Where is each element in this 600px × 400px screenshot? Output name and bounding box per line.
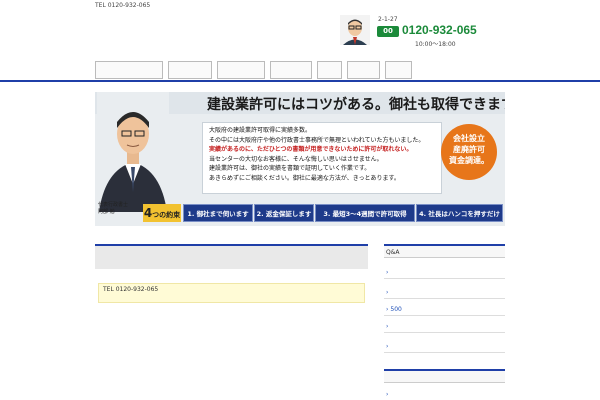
banner-line: 当センターの大切なお客様に、そんな悔しい思いはさせません。 (209, 155, 383, 163)
nav-item[interactable] (270, 61, 312, 79)
banner-line: 大阪府の建設業許可取得に実績多数。 (209, 127, 312, 134)
callout-tel[interactable]: TEL 0120-932-065 (103, 286, 158, 293)
nav-item[interactable] (317, 61, 342, 79)
nav-item[interactable] (95, 61, 163, 79)
contact-callout: TEL 0120-932-065 (98, 283, 365, 303)
representative-name-caption: 代表行政書士 阿部 勉 (98, 202, 129, 215)
header-phone-number[interactable]: 0120-932-065 (402, 23, 477, 37)
banner-line: あきらめずにご相談ください。御社に最適な方法が、きっとあります。 (209, 174, 400, 182)
main-nav (95, 61, 417, 79)
banner-line-highlight: 実績があるのに、ただひとつの書類が用意できないために許可が取れない。 (209, 146, 413, 153)
sidebar-link[interactable] (384, 286, 505, 299)
sidebar-section-title (384, 369, 505, 383)
representative-avatar-icon (340, 15, 370, 45)
sidebar-link[interactable] (384, 340, 505, 353)
promise-item: 2. 返金保証します (254, 204, 314, 222)
header-address: 2-1-27 (378, 16, 398, 23)
hero-banner: 建設業許可にはコツがある。御社も取得できます。 大阪府の建設業許可取得に実績多数… (95, 92, 505, 226)
nav-item[interactable] (168, 61, 212, 79)
sidebar-faq-title: Q&A (384, 244, 505, 258)
banner-description: 大阪府の建設業許可取得に実績多数。 その中には大阪府庁や他の行政書士事務所で無理… (202, 122, 442, 194)
promise-item: 1. 御社まで伺います (183, 204, 253, 222)
nav-item[interactable] (217, 61, 265, 79)
promises-label-text: つの約束 (152, 211, 181, 219)
header-contact: 2-1-27 00 0120-932-065 10:00〜18:00 (340, 12, 505, 52)
sidebar-link[interactable]: 500 (384, 303, 505, 316)
nav-item[interactable] (347, 61, 380, 79)
header-top-line: TEL 0120-932-065 (95, 2, 151, 9)
services-badge-text: 会社設立 産廃許可 資金調達。 (449, 134, 489, 165)
promise-item: 4. 社長はハンコを押すだけ (416, 204, 503, 222)
sidebar-link[interactable] (384, 266, 505, 279)
banner-line: 建設業許可は、御社の実績を書類で証明していく作業です。 (209, 165, 371, 172)
promises-label: 4つの約束 (143, 204, 181, 222)
sidebar-link[interactable] (384, 320, 505, 333)
promise-item: 3. 最短3〜4週間で許可取得 (315, 204, 415, 222)
services-badge: 会社設立 産廃許可 資金調達。 (441, 124, 497, 180)
freedial-badge: 00 (377, 26, 399, 37)
banner-line: その中には大阪府庁や他の行政書士事務所で無理といわれていた方もいました。 (209, 136, 425, 144)
main-section-title (95, 244, 368, 269)
promises-count: 4 (143, 206, 153, 220)
nav-item[interactable] (385, 61, 412, 79)
sidebar-link[interactable] (384, 388, 505, 400)
banner-headline: 建設業許可にはコツがある。御社も取得できます。 (207, 97, 505, 113)
representative-photo (97, 92, 169, 212)
header-business-hours: 10:00〜18:00 (415, 41, 456, 48)
nav-divider (0, 80, 600, 82)
